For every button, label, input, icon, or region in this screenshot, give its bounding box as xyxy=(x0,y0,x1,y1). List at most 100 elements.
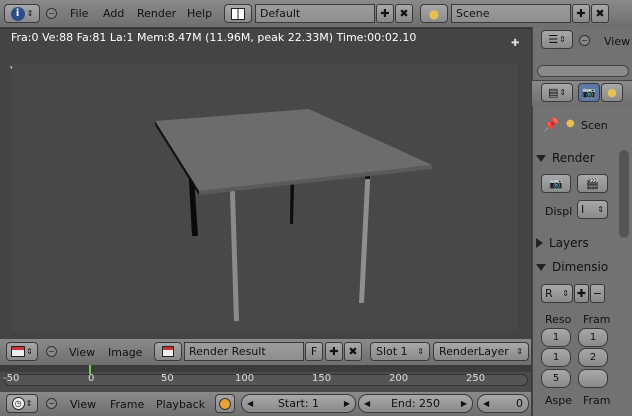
top-header: i ⇕ − File Add Render Help Default ✚ ✖ ●… xyxy=(0,0,632,27)
image-editor-icon xyxy=(11,346,26,357)
render-preset-dropdown[interactable]: R ⇕ xyxy=(541,284,573,303)
clock-icon: ◷ xyxy=(11,397,25,410)
outliner-view-menu[interactable]: View xyxy=(604,35,630,48)
render-panel-header[interactable]: Render xyxy=(536,146,626,170)
add-preset-icon[interactable]: ✚ xyxy=(574,284,589,303)
increment-icon[interactable]: ▶ xyxy=(344,399,350,408)
menu-playback[interactable]: Playback xyxy=(156,398,205,411)
editor-type-image-button[interactable]: ⇕ xyxy=(6,342,38,361)
updown-icon: ⇕ xyxy=(417,347,424,356)
viewport-corner-widget-icon[interactable]: ✚ xyxy=(511,38,519,49)
resolution-x-field[interactable]: 1 xyxy=(541,328,571,347)
layers-panel-header[interactable]: Layers xyxy=(536,231,626,255)
render-image-button[interactable]: 📷 xyxy=(541,174,571,193)
delete-screen-icon[interactable]: ✖ xyxy=(395,4,413,23)
render-stats: Fra:0 Ve:88 Fa:81 La:1 Mem:8.47M (11.96M… xyxy=(11,31,417,44)
preview-range-button[interactable] xyxy=(215,394,235,413)
dimensions-panel-header[interactable]: Dimensio xyxy=(536,255,626,279)
menu-help[interactable]: Help xyxy=(187,7,212,20)
frame-end-field[interactable]: 2 xyxy=(578,348,608,367)
editor-type-timeline-button[interactable]: ◷ ⇕ xyxy=(6,394,38,413)
info-icon: i xyxy=(10,6,25,21)
display-dropdown[interactable]: I ⇕ xyxy=(577,200,608,219)
frame-rate-label: Fram xyxy=(583,394,611,407)
render-animation-icon: 🎬 xyxy=(585,177,600,190)
render-animation-button[interactable]: 🎬 xyxy=(577,174,608,193)
timeline-scrollbar[interactable] xyxy=(4,374,528,386)
decrement-icon[interactable]: ◀ xyxy=(483,399,489,408)
scene-icon: ● xyxy=(566,118,575,129)
menu-image[interactable]: Image xyxy=(108,346,142,359)
render-result-image xyxy=(12,63,517,331)
new-image-icon[interactable]: ✚ xyxy=(325,342,343,361)
scene-field[interactable]: Scene xyxy=(451,4,571,23)
render-layer-dropdown[interactable]: RenderLayer ⇕ xyxy=(433,342,529,361)
start-frame-field[interactable]: ◀ Start: 1 ▶ xyxy=(241,394,356,413)
delete-scene-icon[interactable]: ✖ xyxy=(591,4,609,23)
render-still-icon: 📷 xyxy=(549,177,563,190)
panel-collapsed-icon xyxy=(536,238,543,248)
fake-user-button[interactable]: F xyxy=(305,342,323,361)
render-layer-label: RenderLayer xyxy=(439,345,509,358)
menu-file[interactable]: File xyxy=(70,7,88,20)
resolution-percentage-field[interactable]: 5 xyxy=(541,369,571,388)
slot-label: Slot 1 xyxy=(376,345,408,358)
image-editor-header: ⇕ − View Image Render Result F ✚ ✖ Slot … xyxy=(0,339,531,365)
decrement-icon[interactable]: ◀ xyxy=(364,399,370,408)
end-frame-field[interactable]: ◀ End: 250 ▶ xyxy=(358,394,473,413)
scene-context-tab[interactable]: ● xyxy=(601,83,623,102)
image-icon xyxy=(162,346,174,357)
start-frame-label: Start: 1 xyxy=(277,397,320,410)
image-name-field[interactable]: Render Result xyxy=(184,342,304,361)
editor-type-outliner-button[interactable]: ☰ ⇕ xyxy=(541,30,573,49)
increment-icon[interactable]: ▶ xyxy=(461,399,467,408)
frame-step-field[interactable] xyxy=(578,369,608,388)
properties-scrollbar[interactable] xyxy=(619,150,629,238)
timeline-header: ◷ ⇕ − View Frame Playback ◀ Start: 1 ▶ ◀… xyxy=(0,392,531,416)
dimensions-panel-title: Dimensio xyxy=(552,260,609,274)
add-screen-icon[interactable]: ✚ xyxy=(376,4,394,23)
scene-browse-button[interactable]: ● xyxy=(420,4,448,23)
render-panel-title: Render xyxy=(552,151,595,165)
collapse-menus-icon[interactable]: − xyxy=(46,346,57,357)
collapse-menus-icon[interactable]: − xyxy=(46,398,57,409)
screen-layout-browse-button[interactable] xyxy=(224,4,252,23)
timeline-area[interactable] xyxy=(0,365,531,393)
updown-icon: ⇕ xyxy=(25,399,33,408)
unlink-image-icon[interactable]: ✖ xyxy=(344,342,362,361)
scene-icon: ● xyxy=(428,6,440,21)
resolution-label: Reso xyxy=(545,313,572,326)
remove-preset-icon[interactable]: − xyxy=(590,284,605,303)
menu-add[interactable]: Add xyxy=(103,7,124,20)
updown-icon: ⇕ xyxy=(597,205,604,214)
image-browse-button[interactable] xyxy=(154,342,182,361)
rendered-table xyxy=(155,109,432,321)
editor-type-properties-button[interactable]: ▤ ⇕ xyxy=(541,83,573,102)
frame-start-field[interactable]: 1 xyxy=(578,328,608,347)
editor-type-info-button[interactable]: i ⇕ xyxy=(4,4,40,23)
updown-icon: ⇕ xyxy=(559,35,566,44)
screen-layout-field[interactable]: Default xyxy=(255,4,375,23)
pin-icon[interactable]: 📌 xyxy=(543,118,559,133)
properties-icon: ▤ xyxy=(547,86,559,99)
image-viewport[interactable]: Fra:0 Ve:88 Fa:81 La:1 Mem:8.47M (11.96M… xyxy=(0,28,531,339)
frame-range-label: Fram xyxy=(583,313,611,326)
panel-expanded-icon xyxy=(536,154,546,162)
resolution-y-field[interactable]: 1 xyxy=(541,348,571,367)
render-context-tab[interactable]: 📷 xyxy=(578,83,600,102)
outliner-scrollbar[interactable] xyxy=(537,65,629,77)
collapse-menus-icon[interactable]: − xyxy=(579,35,590,46)
slot-dropdown[interactable]: Slot 1 ⇕ xyxy=(370,342,430,361)
add-scene-icon[interactable]: ✚ xyxy=(572,4,590,23)
menu-view[interactable]: View xyxy=(69,346,95,359)
menu-view[interactable]: View xyxy=(70,398,96,411)
context-scene-label: Scen xyxy=(581,119,608,132)
menu-frame[interactable]: Frame xyxy=(110,398,144,411)
collapse-menus-icon[interactable]: − xyxy=(46,8,57,19)
decrement-icon[interactable]: ◀ xyxy=(247,399,253,408)
current-frame-field[interactable]: ◀ 0 xyxy=(477,394,529,413)
menu-render[interactable]: Render xyxy=(137,7,176,20)
tick-label: -50 xyxy=(3,373,20,384)
current-frame-value: 0 xyxy=(516,397,523,410)
tick-label: 200 xyxy=(389,373,409,384)
